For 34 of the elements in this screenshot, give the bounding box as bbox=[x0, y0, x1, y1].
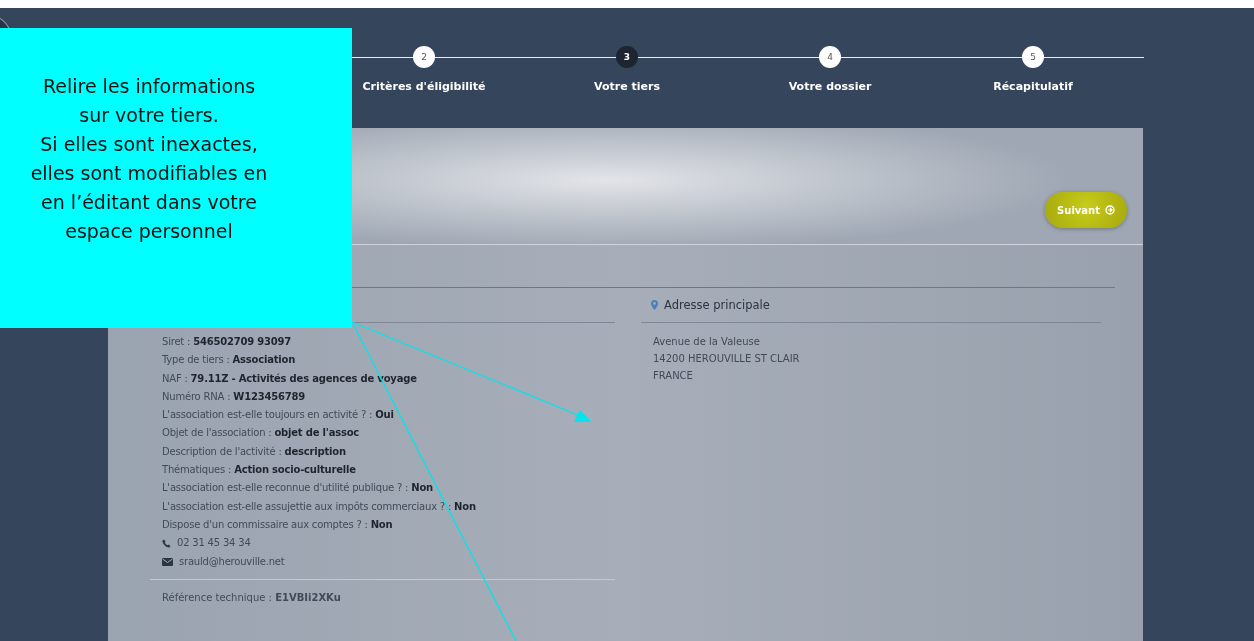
step-number: 3 bbox=[616, 46, 638, 68]
info-row-text: Thématiques : Action socio-culturelle bbox=[162, 463, 357, 478]
address-line: 14200 HEROUVILLE ST CLAIR bbox=[653, 352, 801, 366]
step-label: Votre tiers bbox=[594, 80, 660, 93]
step[interactable]: 3 Votre tiers bbox=[562, 46, 692, 93]
step-label: Critères d'éligibilité bbox=[362, 80, 486, 93]
info-row-text: Dispose d'un commissaire aux comptes ? : Non bbox=[162, 517, 394, 532]
info-row-text: Numéro RNA : W123456789 bbox=[162, 389, 306, 404]
info-row-text: Siret : 546502709 93097 bbox=[162, 335, 293, 349]
step-label: Votre dossier bbox=[788, 80, 872, 93]
location-pin-icon bbox=[651, 300, 658, 310]
phone-icon bbox=[162, 538, 171, 548]
info-row-text: Description de l'activité : description bbox=[162, 444, 347, 459]
step[interactable]: 2 Critères d'éligibilité bbox=[359, 46, 489, 93]
address-title: Adresse principale bbox=[664, 298, 770, 312]
step-number: 4 bbox=[819, 46, 841, 68]
step[interactable]: 5 Récapitulatif bbox=[968, 46, 1098, 93]
callout-text: Relire les informations sur votre tiers. Si elles sont inexactes, elles sont modifiables en en l’éditant dans votre espace personnel bbox=[29, 74, 269, 244]
address-line: FRANCE bbox=[653, 369, 694, 383]
info-row-text: L'association est-elle toujours en activité ? : Oui bbox=[162, 408, 395, 423]
arrow-circle-icon bbox=[1105, 205, 1115, 215]
email-address: srauld@herouville.net bbox=[179, 554, 285, 569]
info-row-text: Type de tiers : Association bbox=[162, 353, 297, 368]
step[interactable]: 4 Votre dossier bbox=[765, 46, 895, 93]
envelope-icon bbox=[162, 557, 173, 566]
step-label: Récapitulatif bbox=[993, 80, 1073, 93]
step-number: 5 bbox=[1022, 46, 1044, 68]
info-row-text: L'association est-elle reconnue d'utilité publique ? : Non bbox=[162, 481, 434, 496]
address-line: Avenue de la Valeuse bbox=[653, 335, 761, 349]
info-row-text: L'association est-elle assujettie aux impôts commerciaux ? : Non bbox=[162, 499, 477, 514]
info-row-text: Objet de l'association : objet de l'assoc bbox=[162, 426, 361, 441]
step-number: 2 bbox=[413, 46, 435, 68]
reference-text: Référence technique : E1VBIi2XKu bbox=[150, 578, 615, 603]
phone-number: 02 31 45 34 34 bbox=[177, 536, 251, 551]
